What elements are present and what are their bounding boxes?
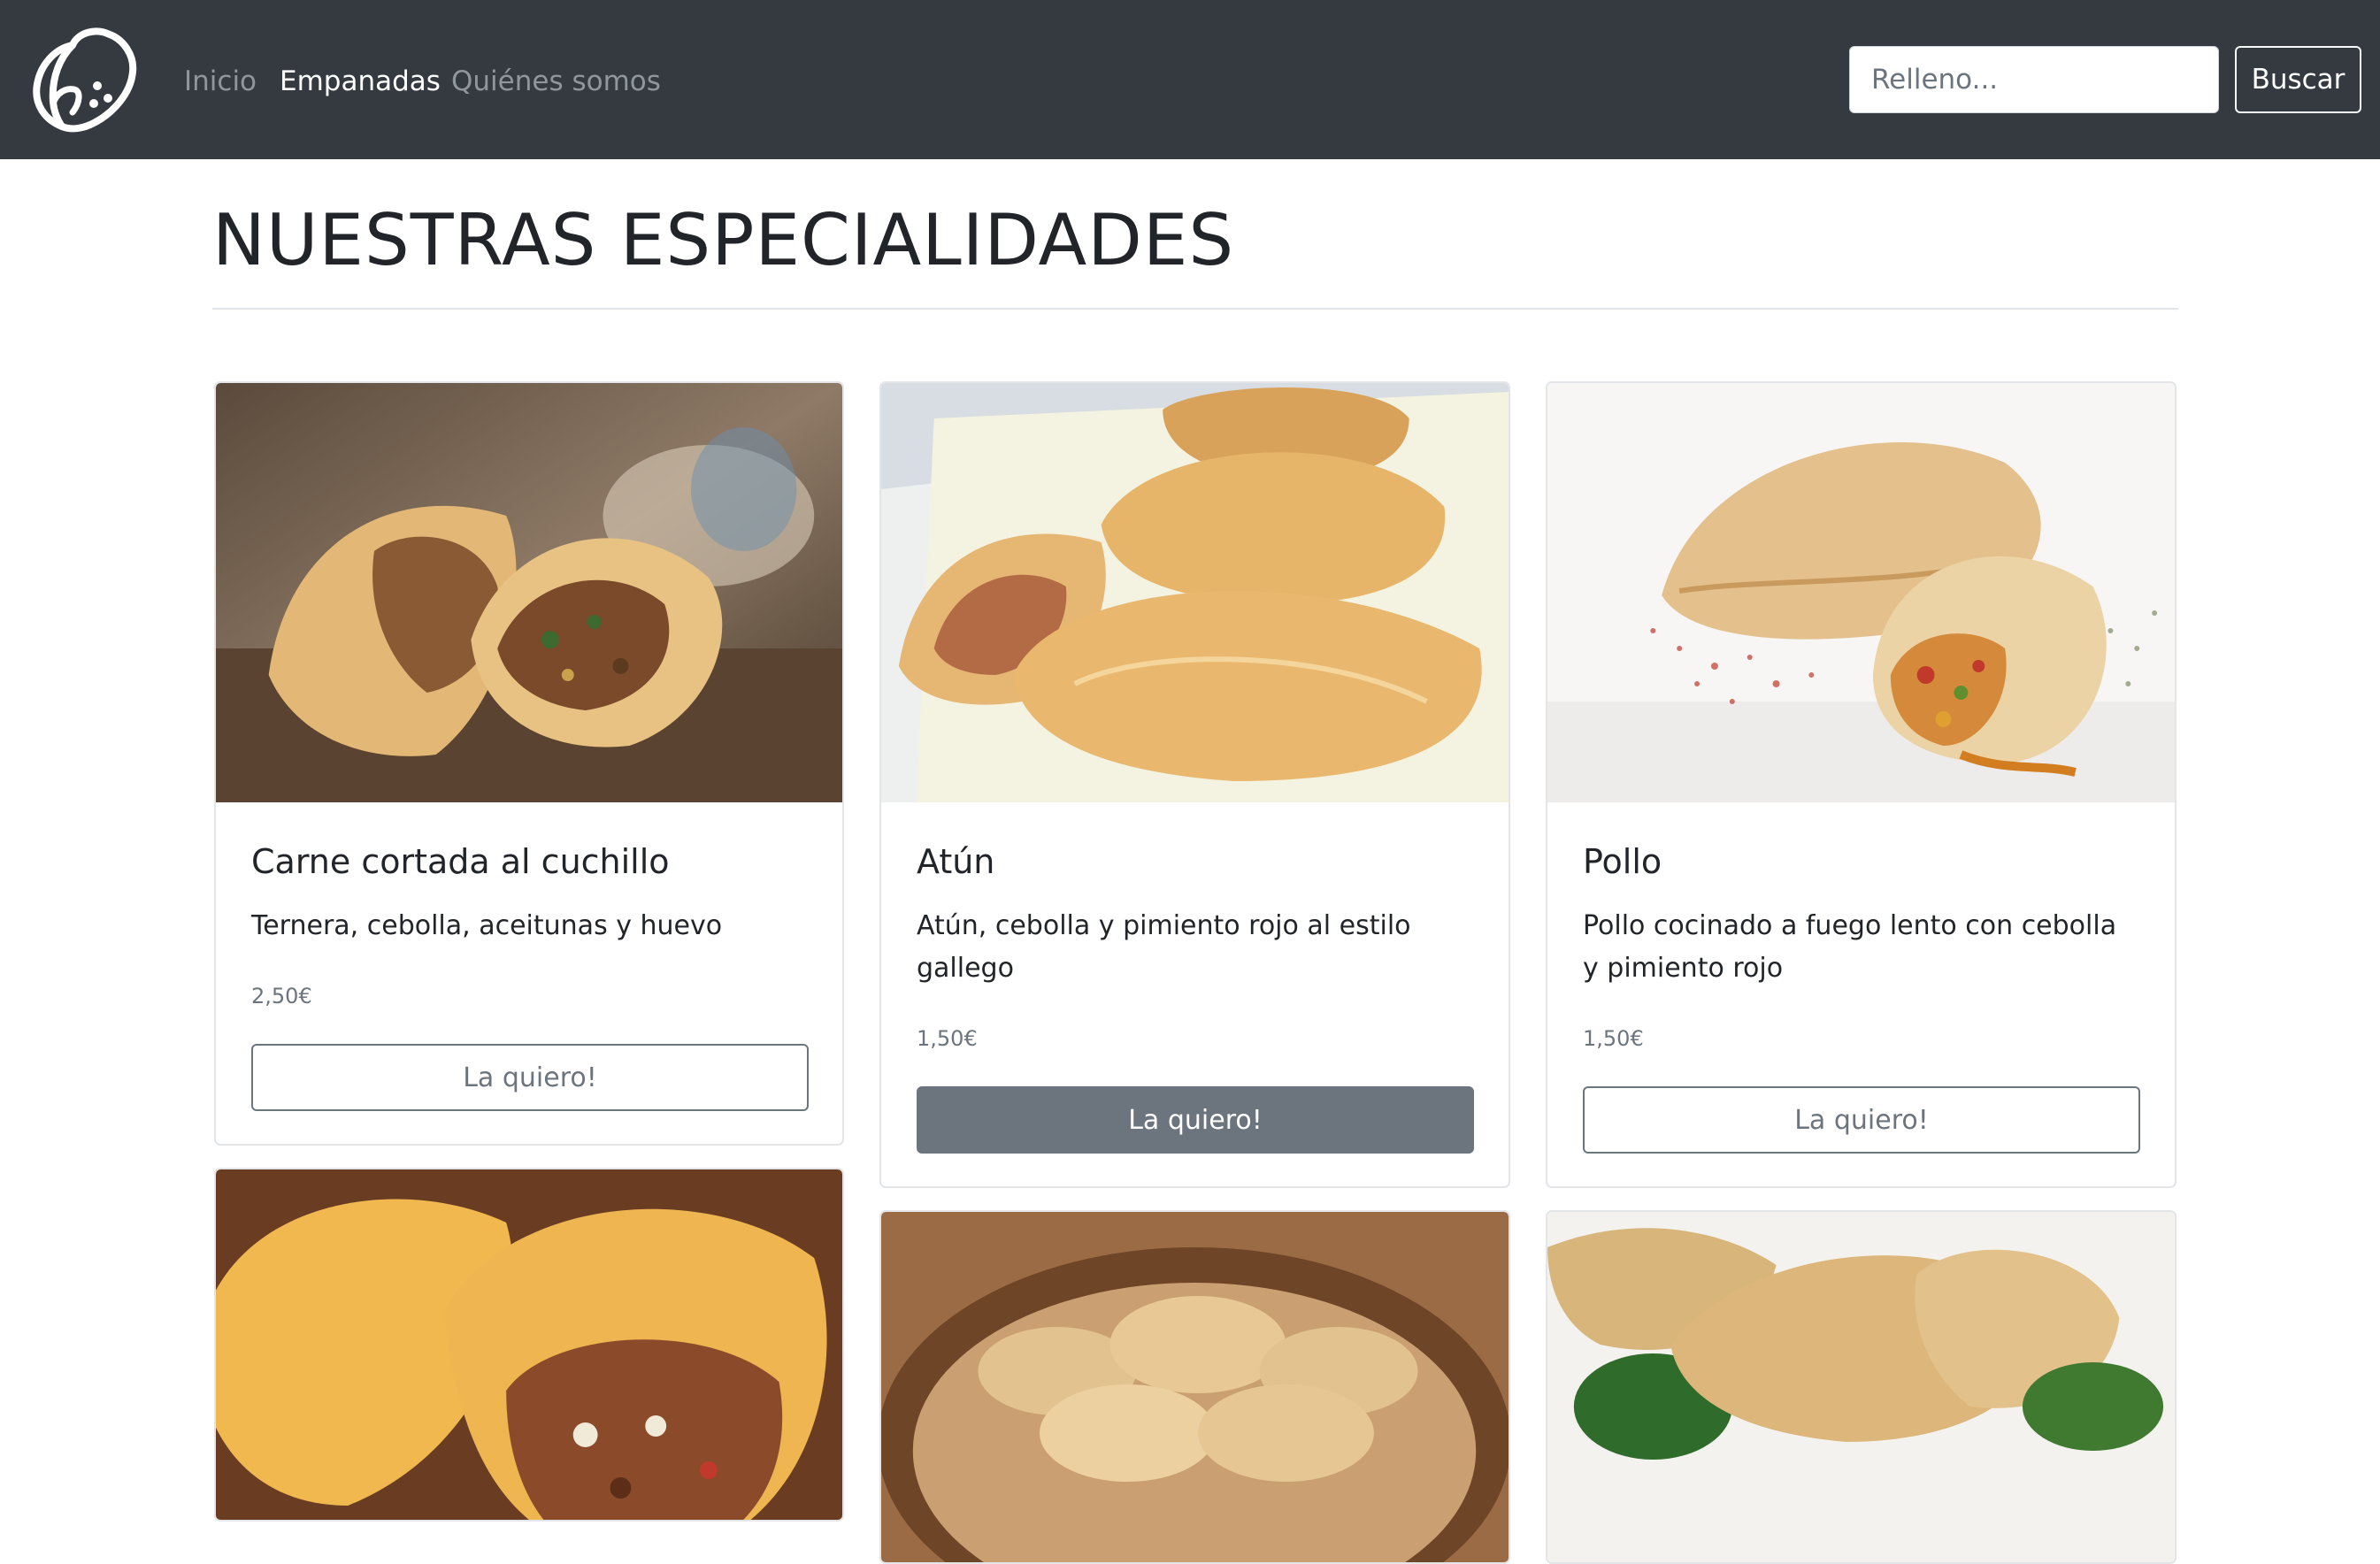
product-title: Pollo xyxy=(1583,842,1662,881)
product-card: Atún Atún, cebolla y pimiento rojo al es… xyxy=(879,381,1510,1188)
add-to-cart-button[interactable]: La quiero! xyxy=(1583,1086,2140,1154)
add-to-cart-button[interactable]: La quiero! xyxy=(251,1044,809,1111)
product-card: Carne cortada al cuchillo Ternera, cebol… xyxy=(214,381,844,1146)
empanada-photo-icon xyxy=(216,383,842,802)
product-image xyxy=(881,1212,1509,1562)
product-description: Atún, cebolla y pimiento rojo al estilo … xyxy=(917,910,1411,984)
product-card xyxy=(214,1168,844,1522)
search-input[interactable] xyxy=(1849,46,2219,113)
product-image-atun xyxy=(881,383,1509,802)
nav-link-inicio[interactable]: Inicio xyxy=(184,62,257,101)
empanada-photo-icon xyxy=(881,1212,1509,1562)
title-divider xyxy=(212,308,2178,310)
nav-link-quienes-somos[interactable]: Quiénes somos xyxy=(451,62,661,101)
empanada-photo-icon xyxy=(881,383,1509,802)
product-price: 1,50€ xyxy=(1583,1026,1644,1051)
page-title: NUESTRAS ESPECIALIDADES xyxy=(212,199,1235,281)
product-card: Pollo Pollo cocinado a fuego lento con c… xyxy=(1546,381,2177,1188)
product-image xyxy=(1547,1212,2175,1562)
product-image xyxy=(216,1169,842,1520)
product-image-carne xyxy=(216,383,842,802)
nav-link-empanadas[interactable]: Empanadas xyxy=(280,62,441,101)
empanada-photo-icon xyxy=(1547,383,2175,802)
empanada-logo-icon xyxy=(33,27,137,133)
product-description: Pollo cocinado a fuego lento con cebolla… xyxy=(1583,910,2117,984)
brand-logo[interactable] xyxy=(27,22,143,137)
navbar: Inicio Empanadas Quiénes somos Buscar xyxy=(0,0,2380,159)
product-title: Carne cortada al cuchillo xyxy=(251,842,670,881)
empanada-photo-icon xyxy=(216,1169,842,1520)
product-image-pollo xyxy=(1547,383,2175,802)
product-title: Atún xyxy=(917,842,995,881)
product-card xyxy=(879,1210,1510,1564)
add-to-cart-button[interactable]: La quiero! xyxy=(917,1086,1474,1154)
product-card xyxy=(1546,1210,2177,1564)
search-button[interactable]: Buscar xyxy=(2235,46,2361,113)
empanada-photo-icon xyxy=(1547,1212,2175,1562)
product-description: Ternera, cebolla, aceitunas y huevo xyxy=(251,910,723,941)
product-price: 2,50€ xyxy=(251,984,312,1008)
product-price: 1,50€ xyxy=(917,1026,978,1051)
